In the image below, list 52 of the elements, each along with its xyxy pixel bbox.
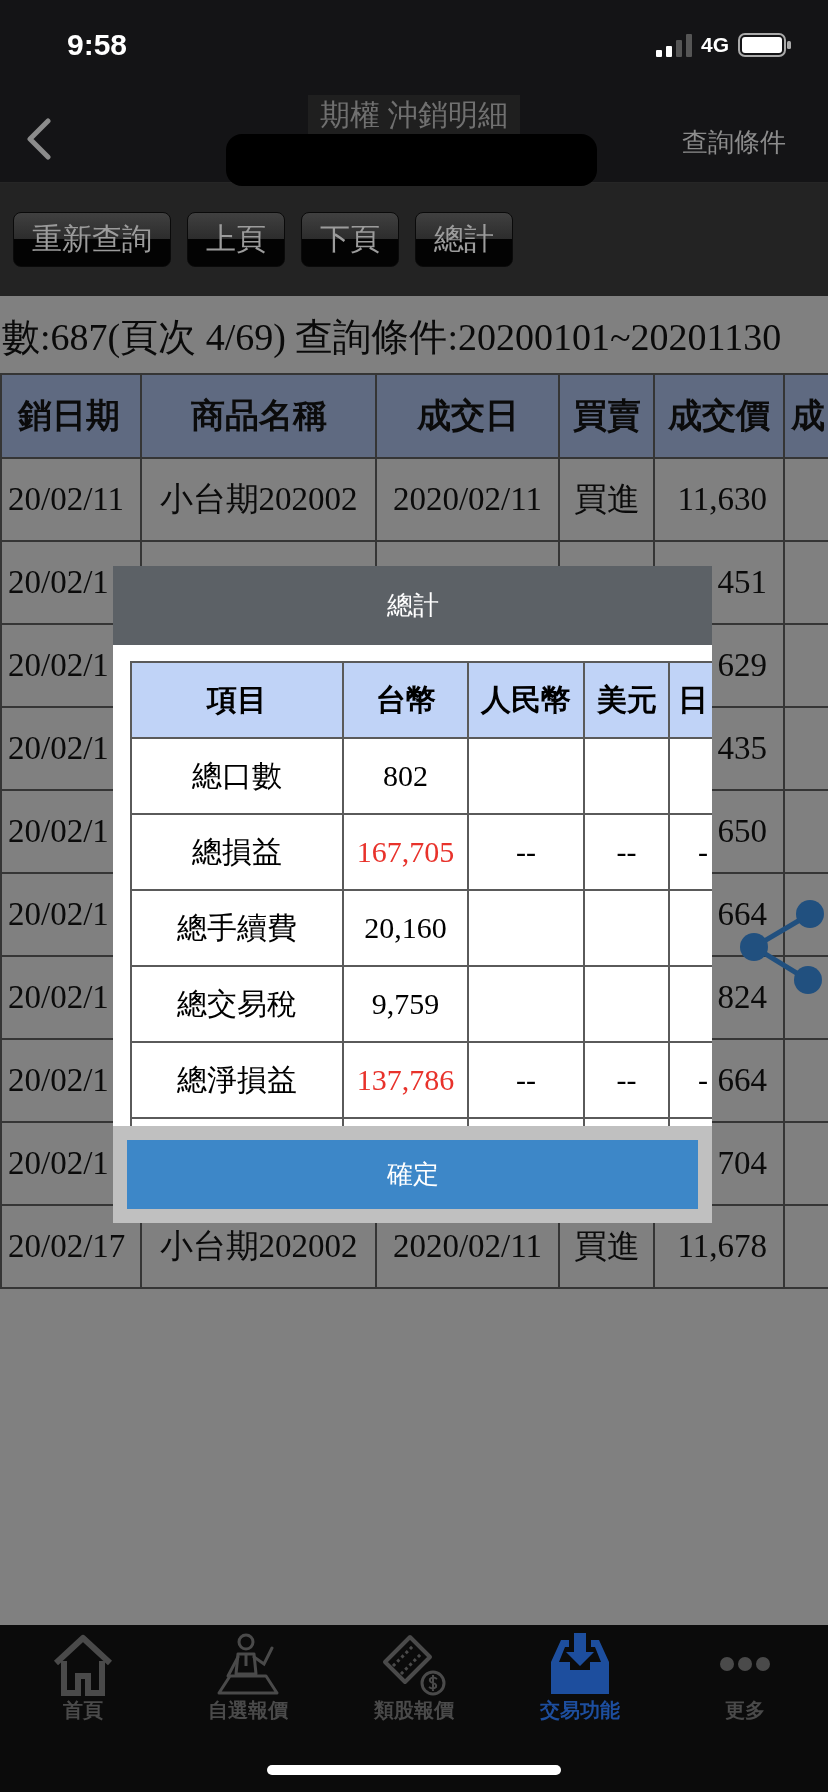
table-cell: -- (584, 814, 669, 890)
signal-icon (656, 33, 692, 57)
query-conditions-link[interactable]: 查詢條件 (682, 127, 786, 157)
dialog-title: 總計 (113, 566, 712, 645)
more-icon (720, 1657, 771, 1671)
tab[interactable]: 更多 (662, 1625, 828, 1722)
table-cell: 小台期202002 (141, 458, 376, 541)
table-cell: 20/02/11 (1, 458, 141, 541)
back-icon[interactable] (25, 118, 52, 160)
column-header: 成交價 (654, 374, 784, 458)
table-cell: -- (468, 814, 584, 890)
column-header: 美元 (584, 662, 669, 738)
summary-text: 數:687(頁次 4/69) 查詢條件:20200101~20201130 (1, 315, 782, 360)
person-desk-icon (216, 1632, 281, 1696)
battery-icon (738, 33, 791, 57)
column-header: 銷日期 (1, 374, 141, 458)
network-label: 4G (701, 33, 729, 57)
table-cell: 137,786 (343, 1042, 468, 1118)
table-cell: 167,705 (343, 814, 468, 890)
table-cell: 20,160 (343, 890, 468, 966)
table-cell: 9,759 (343, 966, 468, 1042)
column-header: 日 (669, 662, 712, 738)
toolbar-button[interactable]: 下頁 (301, 212, 399, 267)
column-header: 成 (784, 374, 828, 458)
confirm-button[interactable]: 確定 (127, 1140, 698, 1209)
column-header: 台幣 (343, 662, 468, 738)
film-coin-icon (382, 1632, 446, 1696)
table-cell: 總手續費 (131, 890, 343, 966)
toolbar-button[interactable]: 總計 (415, 212, 513, 267)
table-cell: 總淨損益 (131, 1042, 343, 1118)
status-time: 9:58 (67, 28, 128, 62)
table-cell: 買進 (559, 458, 654, 541)
tab[interactable]: 類股報價 (331, 1625, 497, 1722)
table-cell: 11,630 (654, 458, 784, 541)
table-cell: 總口數 (131, 738, 343, 814)
column-header: 成交日 (376, 374, 559, 458)
column-header: 買賣 (559, 374, 654, 458)
tab[interactable]: 首頁 (0, 1625, 166, 1722)
table-cell: 802 (343, 738, 468, 814)
column-header: 項目 (131, 662, 343, 738)
page-title: 期權 沖銷明細 (307, 95, 521, 134)
tab[interactable]: 交易功能 (496, 1625, 663, 1722)
toolbar-button[interactable]: 上頁 (187, 212, 285, 267)
table-cell: -- (584, 1042, 669, 1118)
table-cell: 2020/02/11 (376, 458, 559, 541)
column-header: 商品名稱 (141, 374, 376, 458)
toolbar-button[interactable]: 重新查詢 (13, 212, 171, 267)
tab[interactable]: 自選報價 (165, 1625, 332, 1722)
table-cell: 總損益 (131, 814, 343, 890)
table-cell: 總交易稅 (131, 966, 343, 1042)
column-header: 人民幣 (468, 662, 584, 738)
table-cell: -- (468, 1042, 584, 1118)
